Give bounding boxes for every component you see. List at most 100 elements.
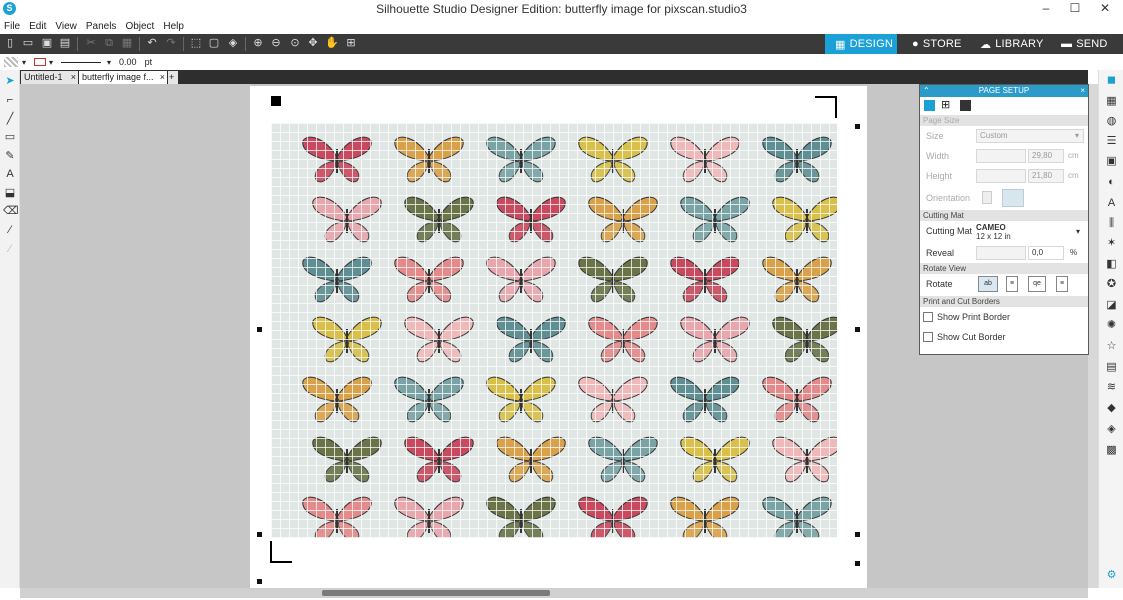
transparency-icon[interactable]: ◐: [1104, 175, 1119, 190]
menu-view[interactable]: View: [55, 21, 77, 32]
page-setup-icon[interactable]: ◼: [1104, 73, 1119, 88]
trace-icon[interactable]: ✺: [1104, 318, 1119, 333]
pan-icon[interactable]: ✥: [306, 36, 320, 50]
copy-icon[interactable]: ⧉: [102, 36, 116, 50]
settings-gear-icon[interactable]: ⚙: [1104, 568, 1119, 583]
tab-send[interactable]: ▬ SEND: [1047, 34, 1123, 54]
tab-library[interactable]: ☁ LIBRARY: [964, 34, 1046, 54]
minimize-button[interactable]: –: [1035, 1, 1057, 16]
selection-handle[interactable]: [855, 327, 860, 332]
pixscan-icon[interactable]: ▦: [1104, 94, 1119, 109]
line-color-icon[interactable]: [34, 58, 47, 66]
layers-icon[interactable]: ◈: [1104, 422, 1119, 437]
doc-tab-close-icon[interactable]: ×: [160, 71, 165, 84]
cutting-mat-dropdown[interactable]: CAMEO 12 x 12 in ▾: [976, 223, 1084, 241]
new-file-icon[interactable]: ▯: [3, 36, 17, 50]
print-border-checkbox[interactable]: [923, 311, 936, 322]
grid-tab-icon[interactable]: ⊞: [941, 100, 950, 111]
dropdown-arrow-icon[interactable]: ▾: [22, 58, 26, 67]
print-icon[interactable]: ▤: [58, 36, 72, 50]
height-slider[interactable]: [976, 169, 1026, 183]
deselect-icon[interactable]: ▢: [207, 36, 221, 50]
eyedropper-icon[interactable]: ⁄: [3, 242, 17, 256]
rectangle-tool-icon[interactable]: ▭: [3, 130, 17, 144]
horizontal-scrollbar[interactable]: [20, 588, 1088, 598]
line-tool-icon[interactable]: ╱: [3, 112, 17, 126]
background-tab-icon[interactable]: [960, 100, 971, 111]
text-style-icon[interactable]: A: [1104, 196, 1119, 211]
fill-tool-icon[interactable]: ⬓: [3, 186, 17, 200]
line-style-preview[interactable]: [61, 61, 102, 63]
cut-border-row[interactable]: Show Cut Border: [920, 327, 1088, 347]
knife-panel-icon[interactable]: ◆: [1104, 401, 1119, 416]
doc-tab-butterfly[interactable]: butterfly image f... ×: [79, 71, 167, 84]
fill-color-icon[interactable]: ◍: [1104, 114, 1119, 129]
hand-icon[interactable]: ✋: [325, 36, 339, 50]
point-edit-icon[interactable]: ⌐: [3, 93, 17, 107]
reveal-input[interactable]: 0,0: [1028, 246, 1064, 260]
sketch-icon[interactable]: ▤: [1104, 360, 1119, 375]
line-style-icon[interactable]: ☰: [1104, 134, 1119, 149]
fill-pattern-icon[interactable]: [4, 57, 18, 67]
dropdown-arrow-icon[interactable]: ▾: [49, 58, 53, 67]
fit-page-icon[interactable]: ⊞: [344, 36, 358, 50]
scroll-thumb[interactable]: [322, 590, 550, 596]
selection-handle[interactable]: [855, 124, 860, 129]
offset-icon[interactable]: ◪: [1104, 298, 1119, 313]
rotate-270-icon[interactable]: ≡: [1056, 276, 1068, 292]
cut-icon[interactable]: ✂: [84, 36, 98, 50]
menu-edit[interactable]: Edit: [29, 21, 46, 32]
cut-border-checkbox[interactable]: [923, 331, 936, 342]
page-tab-icon[interactable]: [924, 100, 935, 111]
modify-icon[interactable]: ✪: [1104, 277, 1119, 292]
select-arrow-icon[interactable]: ➤: [3, 74, 17, 88]
collapse-arrow-icon[interactable]: ⌃: [923, 85, 930, 97]
rhinestone-icon[interactable]: ≋: [1104, 380, 1119, 395]
maximize-button[interactable]: ☐: [1064, 1, 1086, 16]
line-width-input[interactable]: 0.00: [119, 57, 137, 67]
open-file-icon[interactable]: ▭: [21, 36, 35, 50]
selection-handle[interactable]: [257, 579, 262, 584]
edit-points-icon[interactable]: ◈: [226, 36, 240, 50]
landscape-icon[interactable]: [1002, 189, 1024, 207]
width-slider[interactable]: [976, 149, 1026, 163]
select-all-icon[interactable]: ⬚: [189, 36, 203, 50]
portrait-icon[interactable]: [982, 191, 992, 204]
page-area[interactable]: [250, 86, 867, 588]
butterfly-pattern-image[interactable]: [271, 123, 837, 538]
zoom-out-icon[interactable]: ⊖: [269, 36, 283, 50]
doc-tab-untitled[interactable]: Untitled-1 ×: [21, 71, 78, 84]
rotate-90-icon[interactable]: ≡: [1006, 276, 1018, 292]
tab-design[interactable]: ▦ DESIGN: [825, 34, 897, 54]
size-dropdown[interactable]: Custom ▾: [976, 129, 1084, 143]
reveal-slider[interactable]: [976, 246, 1026, 260]
image-effects-icon[interactable]: ▣: [1104, 154, 1119, 169]
eraser-icon[interactable]: ⌫: [3, 204, 19, 218]
text-tool-icon[interactable]: A: [3, 167, 17, 181]
undo-icon[interactable]: ↶: [145, 36, 159, 50]
selection-handle[interactable]: [257, 532, 262, 537]
print-border-row[interactable]: Show Print Border: [920, 307, 1088, 327]
vertical-scrollbar[interactable]: [1088, 84, 1098, 588]
tab-store[interactable]: ● STORE: [898, 34, 964, 54]
star-icon[interactable]: ☆: [1104, 339, 1119, 354]
menu-panels[interactable]: Panels: [86, 21, 117, 32]
zoom-in-icon[interactable]: ⊕: [251, 36, 265, 50]
knife-icon[interactable]: ⁄: [3, 223, 17, 237]
selection-handle[interactable]: [257, 327, 262, 332]
rotate-180-icon[interactable]: qe: [1028, 276, 1046, 292]
zoom-select-icon[interactable]: ⊙: [288, 36, 302, 50]
paste-icon[interactable]: ▦: [120, 36, 134, 50]
transform-icon[interactable]: ✶: [1104, 236, 1119, 251]
selection-handle[interactable]: [855, 532, 860, 537]
redo-icon[interactable]: ↷: [164, 36, 178, 50]
height-input[interactable]: 21,80: [1028, 169, 1064, 183]
menu-help[interactable]: Help: [163, 21, 184, 32]
pencil-icon[interactable]: ✎: [3, 149, 17, 163]
dropdown-arrow-icon[interactable]: ▾: [107, 58, 111, 67]
doc-tab-close-icon[interactable]: ×: [71, 71, 76, 84]
menu-object[interactable]: Object: [125, 21, 154, 32]
width-input[interactable]: 29,80: [1028, 149, 1064, 163]
grid-settings-icon[interactable]: ▩: [1104, 443, 1119, 458]
close-window-button[interactable]: ✕: [1094, 1, 1116, 16]
